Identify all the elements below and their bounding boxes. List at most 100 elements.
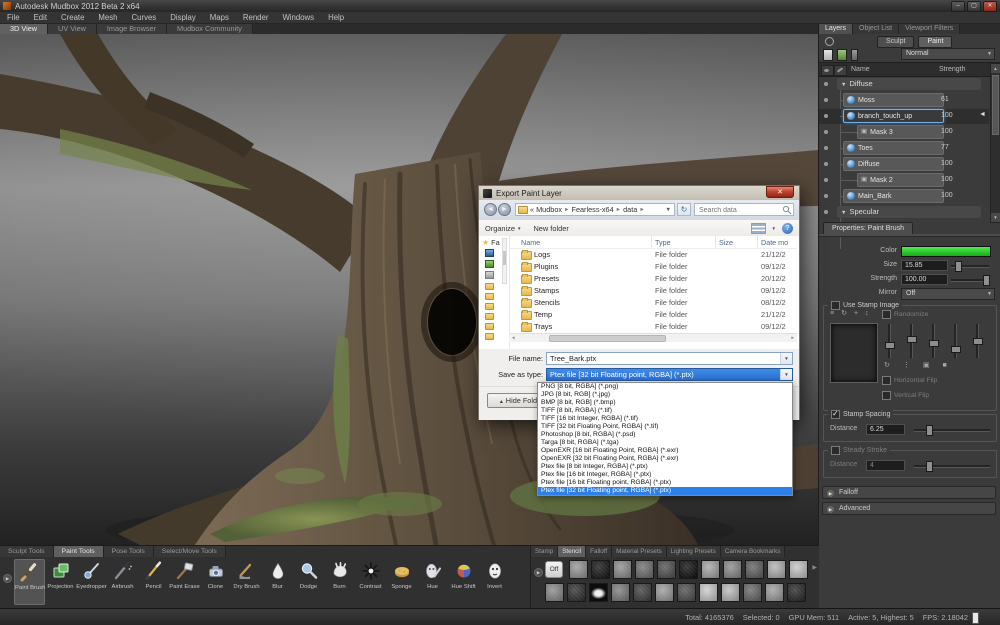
stencil-thumb[interactable] [657,560,676,579]
menu-mesh[interactable]: Mesh [91,12,124,23]
layer-pill-branch-touch-up[interactable]: branch_touch_up [843,109,944,123]
tool-tab-pose-tools[interactable]: Pose Tools [104,546,154,557]
computer-icon[interactable] [485,249,494,257]
menu-render[interactable]: Render [236,12,276,23]
breadcrumb-crumb-fearless-x64[interactable]: Fearless-x64 [571,205,613,214]
menu-help[interactable]: Help [321,12,351,23]
menu-maps[interactable]: Maps [203,12,236,23]
size-input[interactable]: 15.85 [901,260,948,271]
stamp-preview[interactable] [830,323,878,383]
layer-row[interactable]: ▣Mask 2100 [819,173,989,188]
visibility-dot[interactable] [824,114,828,118]
layer-pill-mask-2[interactable]: ▣Mask 2 [857,173,944,187]
stencil-thumb[interactable] [611,583,630,602]
stamp-slider-3[interactable] [932,324,935,358]
column-header-type[interactable]: Type [655,238,671,247]
column-header-name[interactable]: Name [521,238,540,247]
file-row-logs[interactable]: LogsFile folder21/12/2 [509,248,797,260]
preset-tab-stamp[interactable]: Stamp [531,546,558,557]
stencil-thumb[interactable] [589,583,608,602]
refresh-button[interactable]: ↻ [677,203,691,216]
mode-paint[interactable]: Paint [918,36,952,48]
column-divider[interactable] [757,236,758,248]
sidebar-folder-icon[interactable] [485,333,494,340]
preset-tab-falloff[interactable]: Falloff [586,546,612,557]
use-stamp-checkbox[interactable] [831,301,840,310]
stencil-thumb[interactable] [767,560,786,579]
visibility-column-icon[interactable] [821,65,834,76]
tray-collapse-icon[interactable]: ▶ [3,574,12,583]
type-option-5[interactable]: TIFF [32 bit Floating Point, RGBA] (*.ti… [538,423,792,431]
tool-hue[interactable]: Hue [417,559,448,605]
type-option-8[interactable]: OpenEXR [16 bit Floating Point, RGBA] (*… [538,447,792,455]
slider-knob[interactable] [929,340,939,347]
tool-tab-sculpt-tools[interactable]: Sculpt Tools [0,546,54,557]
horizontal-scrollbar[interactable]: ◄ ► [509,333,797,342]
search-input[interactable] [697,204,783,216]
search-box[interactable] [694,203,794,216]
visibility-dot[interactable] [824,194,828,198]
slider-knob[interactable] [926,425,933,436]
tool-pencil[interactable]: Pencil [138,559,169,605]
type-option-6[interactable]: Photoshop [8 bit, RGBA] (*.psd) [538,431,792,439]
view-tab-uv-view[interactable]: UV View [48,23,97,34]
scrollbar-thumb[interactable] [992,75,999,135]
layer-pill-mask-3[interactable]: ▣Mask 3 [857,125,944,139]
file-row-stencils[interactable]: StencilsFile folder08/12/2 [509,296,797,308]
views-icon[interactable] [751,223,766,234]
organize-button[interactable]: Organize ▼ [479,224,527,233]
blend-mode-select[interactable]: Normal ▼ [901,48,995,60]
tool-clone[interactable]: Clone [200,559,231,605]
type-option-11[interactable]: Ptex file [16 bit Integer, RGBA] (*.ptx) [538,471,792,479]
sidebar-folder-icon[interactable] [485,313,494,320]
dots-icon[interactable]: ⋮ [903,362,910,370]
type-option-9[interactable]: OpenEXR [32 bit Floating Point, RGBA] (*… [538,455,792,463]
delete-layer-icon[interactable] [851,49,858,61]
type-option-1[interactable]: JPG [8 bit, RGB] (*.jpg) [538,391,792,399]
scroll-left-icon[interactable]: ◄ [511,335,515,340]
file-row-plugins[interactable]: PluginsFile folder09/12/2 [509,260,797,272]
panel-tab-object-list[interactable]: Object List [853,23,899,34]
stamp-spacing-slider[interactable] [914,429,990,432]
sidebar-folder-icon[interactable] [485,283,494,290]
visibility-dot[interactable] [824,146,828,150]
type-option-10[interactable]: Ptex file [8 bit Integer, RGBA] (*.ptx) [538,463,792,471]
move-icon[interactable]: + [854,310,858,318]
slider-knob[interactable] [951,346,961,353]
tool-tab-select-move-tools[interactable]: Select/Move Tools [154,546,226,557]
stencil-thumb[interactable] [655,583,674,602]
advanced-section[interactable]: ▶ Advanced [822,502,996,515]
slider-knob[interactable] [885,342,895,349]
tool-contrast[interactable]: Contrast [355,559,386,605]
type-option-12[interactable]: Ptex file [16 bit Floating point, RGBA] … [538,479,792,487]
paintable-column-icon[interactable] [834,65,847,76]
slider-knob[interactable] [926,461,933,472]
square-icon[interactable]: ■ [943,362,947,370]
size-slider-knob[interactable] [955,261,962,272]
visibility-dot[interactable] [824,210,828,214]
recent-places-icon[interactable] [485,271,494,279]
scroll-up-icon[interactable]: ▲ [991,64,1000,73]
layer-row[interactable]: ▣Mask 3100 [819,125,989,140]
size-slider[interactable] [951,265,989,268]
group-arrow-icon[interactable]: ▼ [841,82,846,88]
steady-stroke-checkbox[interactable] [831,446,840,455]
menu-create[interactable]: Create [54,12,91,23]
stamp-slider-1[interactable] [888,324,891,358]
layer-row[interactable]: ▼Diffuse [819,77,989,92]
menu-curves[interactable]: Curves [125,12,164,23]
stencil-thumb[interactable] [699,583,718,602]
stencil-thumb[interactable] [787,583,806,602]
tool-blur[interactable]: Blur [262,559,293,605]
stencil-thumb[interactable] [567,583,586,602]
chevron-down-icon[interactable]: ▼ [780,353,792,364]
preset-tab-camera-bookmarks[interactable]: Camera Bookmarks [721,546,786,557]
type-option-3[interactable]: TIFF [8 bit, RGBA] (*.tif) [538,407,792,415]
stencil-thumb[interactable] [635,560,654,579]
layer-row[interactable]: Moss61 [819,93,989,108]
file-row-stamps[interactable]: StampsFile folder09/12/2 [509,284,797,296]
breadcrumb-crumb-mudbox[interactable]: Mudbox [536,205,562,214]
sidebar-folder-icon[interactable] [485,303,494,310]
mode-sculpt[interactable]: Sculpt [877,36,914,48]
maximize-button[interactable]: ▢ [967,1,981,12]
